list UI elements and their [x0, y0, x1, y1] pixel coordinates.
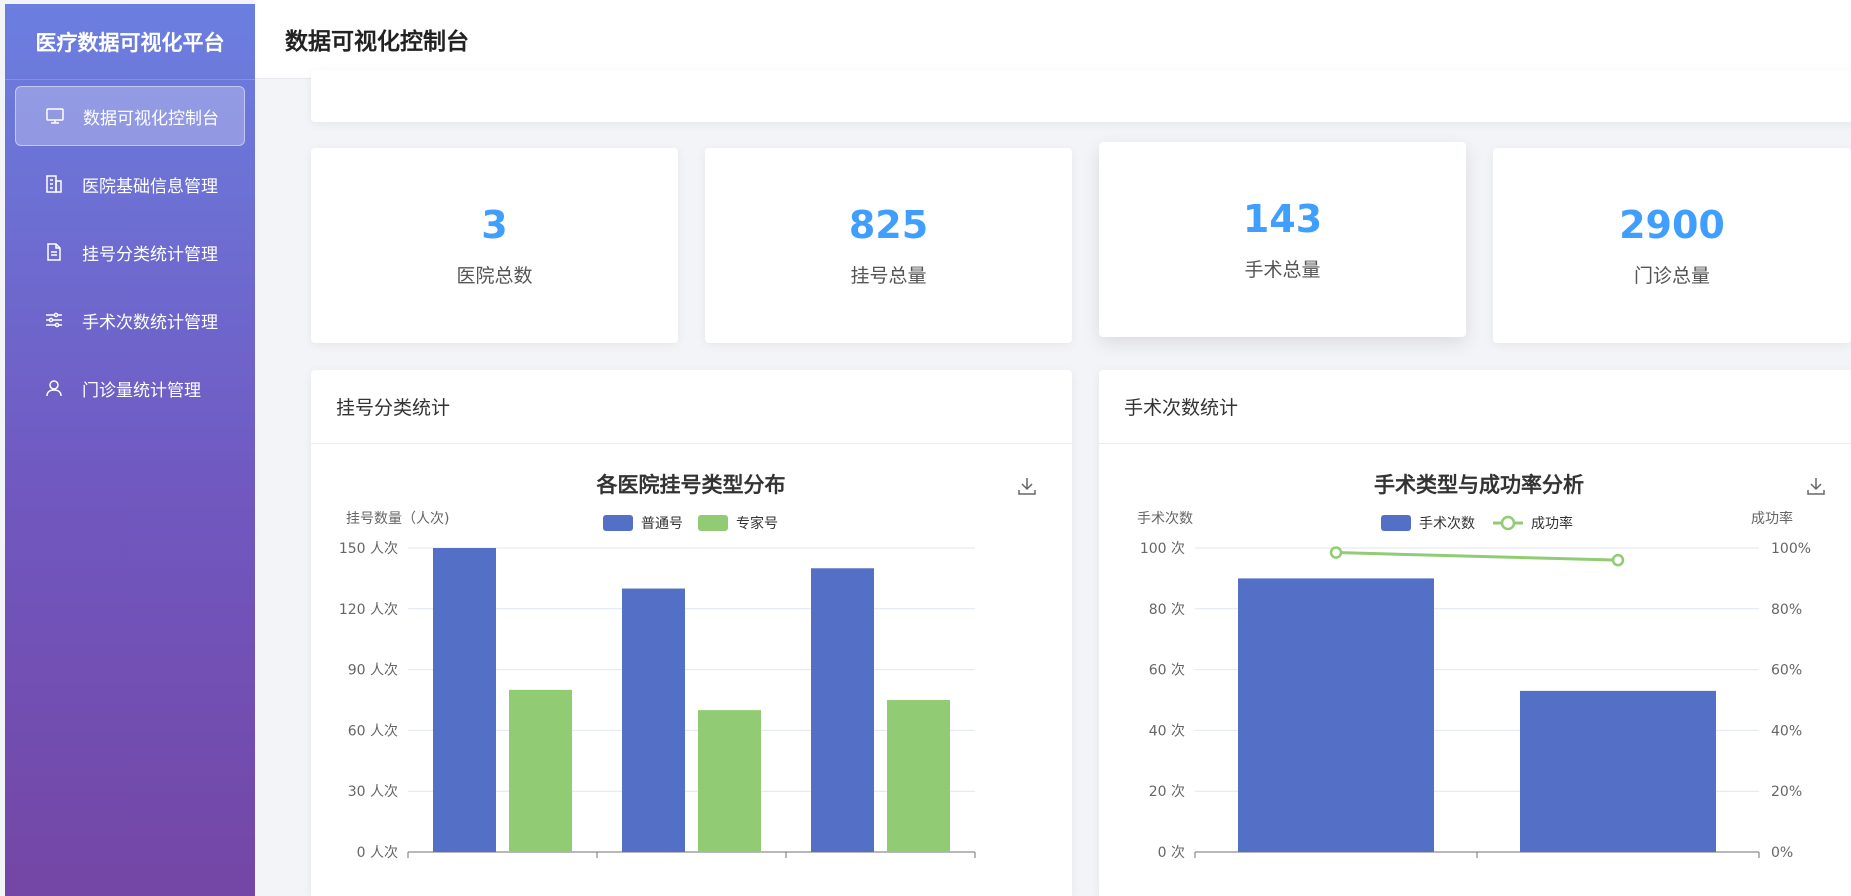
y-tick-label: 60 次 [1149, 663, 1185, 679]
y-tick-label: 0 次 [1158, 845, 1185, 861]
bar [622, 588, 685, 852]
bar [887, 700, 950, 852]
y-tick-label: 120 人次 [339, 602, 398, 618]
bar [509, 689, 572, 852]
stat-label: 医院总数 [456, 265, 533, 287]
top-header: 数据可视化控制台 [255, 0, 1851, 79]
brand-title: 医疗数据可视化平台 [5, 4, 255, 80]
bar [1238, 578, 1434, 852]
y2-axis-label: 成功率 [1751, 510, 1793, 527]
sidebar-item-label: 医院基础信息管理 [82, 176, 218, 197]
y2-tick-label: 60% [1771, 663, 1802, 679]
legend-label: 手术次数 [1419, 516, 1475, 532]
sidebar: 医疗数据可视化平台 数据可视化控制台 医院基础信息管理 挂号分类统计管理 手术次… [5, 4, 255, 896]
sidebar-item-registration[interactable]: 挂号分类统计管理 [15, 222, 245, 282]
legend-label: 专家号 [736, 515, 778, 532]
registration-panel: 挂号分类统计 各医院挂号类型分布挂号数量（人次) 普通号 专家号 0 人次 30 人次 6… [311, 370, 1072, 896]
y-tick-label: 0 人次 [357, 845, 398, 861]
bar [433, 548, 496, 852]
stat-value: 3 [481, 203, 508, 247]
sliders-icon [46, 312, 62, 328]
y-tick-label: 40 次 [1149, 723, 1185, 739]
bar [811, 568, 874, 852]
series-line [1335, 551, 1619, 562]
y-tick-label: 80 次 [1149, 602, 1185, 618]
bar [1520, 690, 1716, 852]
legend-swatch [603, 515, 633, 531]
stat-value: 2900 [1619, 203, 1725, 247]
legend-marker [1500, 515, 1516, 531]
stat-card-hospitals: 3 医院总数 [311, 148, 678, 343]
legend-swatch [698, 515, 728, 531]
y2-tick-label: 100% [1771, 541, 1811, 557]
y2-tick-label: 0% [1771, 845, 1793, 861]
chart-title: 手术类型与成功率分析 [1374, 473, 1584, 497]
page-title: 数据可视化控制台 [285, 29, 469, 55]
sidebar-item-outpatient[interactable]: 门诊量统计管理 [15, 358, 245, 418]
y-tick-label: 60 人次 [348, 723, 398, 739]
stat-value: 143 [1242, 197, 1323, 241]
stat-card-outpatients: 2900 门诊总量 [1493, 148, 1851, 343]
legend-label: 成功率 [1531, 515, 1573, 532]
legend-swatch [1381, 515, 1411, 531]
y2-tick-label: 20% [1771, 784, 1802, 800]
monitor-icon [46, 108, 64, 124]
registration-chart: 各医院挂号类型分布挂号数量（人次) 普通号 专家号 0 人次 30 人次 60 人次 90 … [339, 473, 1036, 861]
y-tick-label: 30 人次 [348, 784, 398, 800]
download-icon[interactable] [1018, 478, 1036, 495]
line-point [1329, 546, 1343, 559]
surgery-panel: 手术次数统计 手术类型与成功率分析手术次数 成功率 手术次数 成功率 0 次 0% 20 次… [1099, 370, 1851, 896]
y-tick-label: 150 人次 [339, 541, 398, 557]
chart-title: 各医院挂号类型分布 [596, 473, 786, 497]
building-icon [46, 175, 62, 193]
download-icon[interactable] [1807, 478, 1825, 495]
surgery-chart: 手术类型与成功率分析手术次数 成功率 手术次数 成功率 0 次 0% 20 次 20% 40 次… [1137, 473, 1825, 861]
stat-card-registrations: 825 挂号总量 [705, 148, 1072, 343]
y-tick-label: 100 次 [1140, 541, 1185, 557]
stat-card-surgeries: 143 手术总量 [1099, 142, 1466, 337]
y-tick-label: 90 人次 [348, 663, 398, 679]
y-axis-label: 挂号数量（人次) [346, 511, 449, 527]
document-icon [47, 243, 61, 261]
sidebar-item-surgery[interactable]: 手术次数统计管理 [15, 290, 245, 350]
stat-label: 挂号总量 [850, 265, 927, 287]
panel-title: 挂号分类统计 [311, 370, 1072, 444]
sidebar-item-label: 数据可视化控制台 [83, 108, 219, 129]
stat-value: 825 [848, 203, 929, 247]
bar [698, 710, 761, 852]
y-axis-label: 手术次数 [1137, 511, 1193, 527]
legend-label: 普通号 [641, 516, 683, 532]
stat-label: 手术总量 [1244, 259, 1321, 281]
sidebar-item-label: 手术次数统计管理 [82, 312, 218, 333]
y-tick-label: 20 次 [1149, 784, 1185, 800]
stat-label: 门诊总量 [1633, 265, 1710, 287]
overview-card [311, 70, 1851, 122]
sidebar-item-label: 门诊量统计管理 [82, 380, 201, 401]
sidebar-menu: 数据可视化控制台 医院基础信息管理 挂号分类统计管理 手术次数统计管理 门诊量统… [5, 80, 255, 418]
sidebar-item-hospital[interactable]: 医院基础信息管理 [15, 154, 245, 214]
panel-title: 手术次数统计 [1099, 370, 1851, 444]
sidebar-item-dashboard[interactable]: 数据可视化控制台 [15, 86, 245, 146]
user-icon [46, 380, 62, 397]
sidebar-item-label: 挂号分类统计管理 [82, 244, 218, 265]
y2-tick-label: 40% [1771, 723, 1802, 739]
y2-tick-label: 80% [1771, 602, 1802, 618]
line-point [1611, 553, 1625, 567]
